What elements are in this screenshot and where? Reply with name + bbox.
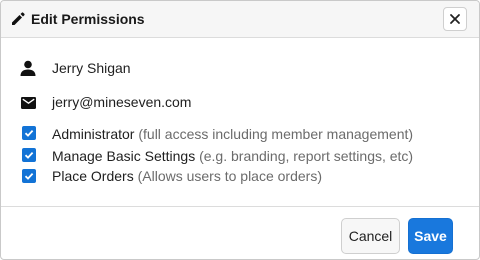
checkmark-icon	[24, 151, 34, 159]
permission-name: Manage Basic Settings	[52, 148, 196, 164]
dialog-header: Edit Permissions	[1, 1, 479, 38]
user-email: jerry@mineseven.com	[52, 94, 192, 110]
permission-label-place-orders: Place Orders (Allows users to place orde…	[52, 168, 322, 184]
checkmark-icon	[24, 129, 34, 137]
permission-description: (full access including member management…	[138, 126, 414, 142]
permission-checkbox-place-orders[interactable]	[22, 169, 36, 183]
permission-checkbox-manage-basic-settings[interactable]	[22, 148, 36, 162]
dialog-title: Edit Permissions	[31, 11, 145, 27]
checkmark-icon	[24, 172, 34, 180]
close-icon	[450, 14, 460, 24]
permission-label-administrator: Administrator (full access including mem…	[52, 126, 413, 142]
dialog-footer: Cancel Save	[1, 206, 479, 260]
permission-checkbox-administrator[interactable]	[22, 126, 36, 140]
user-name: Jerry Shigan	[52, 60, 131, 76]
permission-name: Administrator	[52, 126, 135, 142]
close-button[interactable]	[443, 7, 467, 31]
permission-description: (e.g. branding, report settings, etc)	[199, 148, 414, 164]
edit-permissions-dialog: Edit Permissions Jerry Shigan jerry@mine…	[0, 0, 480, 260]
cancel-button[interactable]: Cancel	[341, 218, 400, 254]
permission-description: (Allows users to place orders)	[137, 168, 322, 184]
save-button[interactable]: Save	[408, 218, 453, 254]
envelope-icon	[21, 96, 36, 114]
person-icon	[20, 60, 36, 81]
permission-label-manage-basic-settings: Manage Basic Settings (e.g. branding, re…	[52, 148, 413, 164]
permission-name: Place Orders	[52, 168, 134, 184]
pencil-icon	[10, 11, 26, 27]
